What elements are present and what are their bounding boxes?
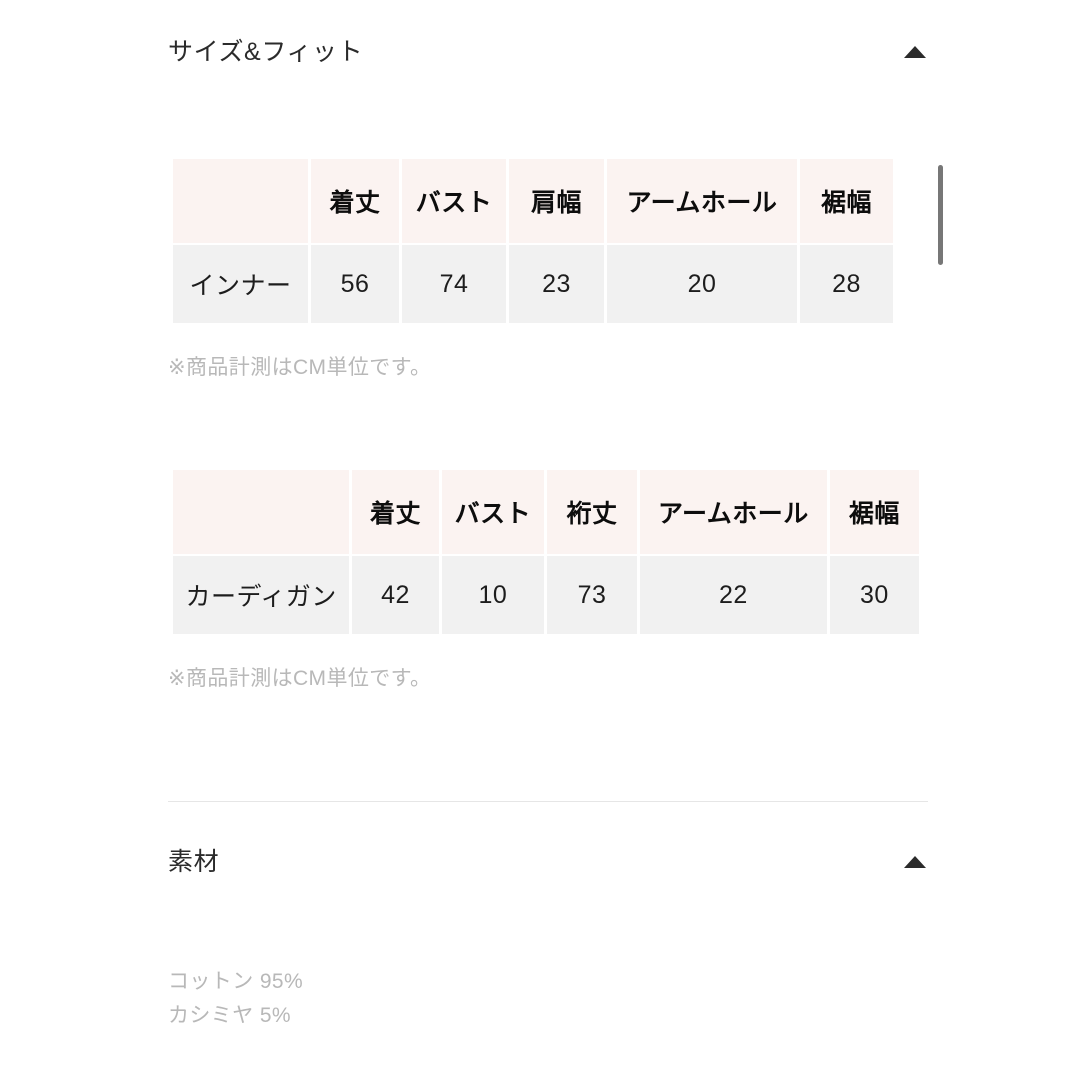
cell-0-3: 22 xyxy=(640,556,827,634)
cell-0-2: 23 xyxy=(509,245,604,323)
product-detail-accordion-page: サイズ&フィット 着丈 バスト 肩幅 アームホール 裾幅 インナー 56 74 … xyxy=(0,0,1080,1080)
size-table-note-inner: ※商品計測はCM単位です。 xyxy=(168,356,432,379)
cell-0-4: 28 xyxy=(800,245,893,323)
section-header-size-and-fit[interactable]: サイズ&フィット xyxy=(168,30,928,74)
size-table-header-row: 着丈 バスト 肩幅 アームホール 裾幅 xyxy=(173,159,893,243)
size-table-body: インナー 56 74 23 20 28 xyxy=(173,245,893,323)
section-title-size-and-fit: サイズ&フィット xyxy=(168,37,364,66)
vertical-scrollbar-thumb[interactable] xyxy=(938,165,943,265)
column-header-2: 裄丈 xyxy=(547,470,638,554)
cell-0-2: 73 xyxy=(547,556,638,634)
triangle-up-icon[interactable] xyxy=(902,849,928,875)
cell-0-0: 42 xyxy=(352,556,439,634)
size-table-header-row: 着丈 バスト 裄丈 アームホール 裾幅 xyxy=(173,470,919,554)
material-line-1: カシミヤ 5% xyxy=(168,1004,291,1027)
section-header-material[interactable]: 素材 xyxy=(168,840,928,884)
column-header-0: 着丈 xyxy=(311,159,399,243)
table-row: インナー 56 74 23 20 28 xyxy=(173,245,893,323)
column-header-1: バスト xyxy=(402,159,506,243)
table-row: カーディガン 42 10 73 22 30 xyxy=(173,556,919,634)
size-table-inner: 着丈 バスト 肩幅 アームホール 裾幅 インナー 56 74 23 20 28 xyxy=(170,157,896,325)
cell-0-4: 30 xyxy=(829,556,919,634)
column-header-2: 肩幅 xyxy=(509,159,604,243)
table-corner-cell xyxy=(173,159,308,243)
cell-0-0: 56 xyxy=(311,245,399,323)
size-table-cardigan: 着丈 バスト 裄丈 アームホール 裾幅 カーディガン 42 10 73 22 3… xyxy=(170,468,922,636)
table-corner-cell xyxy=(173,470,350,554)
cell-0-1: 10 xyxy=(441,556,544,634)
size-table-container-inner[interactable]: 着丈 バスト 肩幅 アームホール 裾幅 インナー 56 74 23 20 28 xyxy=(170,157,918,325)
column-header-4: 裾幅 xyxy=(829,470,919,554)
size-table-container-cardigan[interactable]: 着丈 バスト 裄丈 アームホール 裾幅 カーディガン 42 10 73 22 3… xyxy=(170,468,922,636)
cell-0-1: 74 xyxy=(402,245,506,323)
material-composition-list: コットン 95% カシミヤ 5% xyxy=(168,965,303,1033)
section-title-material: 素材 xyxy=(168,847,220,876)
material-line-0: コットン 95% xyxy=(168,970,304,993)
column-header-1: バスト xyxy=(441,470,544,554)
cell-0-3: 20 xyxy=(607,245,797,323)
column-header-4: 裾幅 xyxy=(800,159,893,243)
triangle-up-icon[interactable] xyxy=(902,39,928,65)
row-label-0: インナー xyxy=(173,245,308,323)
row-label-0: カーディガン xyxy=(173,556,350,634)
size-table-note-cardigan: ※商品計測はCM単位です。 xyxy=(168,667,432,690)
size-table-body: カーディガン 42 10 73 22 30 xyxy=(173,556,919,634)
column-header-3: アームホール xyxy=(640,470,827,554)
section-divider xyxy=(168,801,928,802)
column-header-0: 着丈 xyxy=(352,470,439,554)
column-header-3: アームホール xyxy=(607,159,797,243)
